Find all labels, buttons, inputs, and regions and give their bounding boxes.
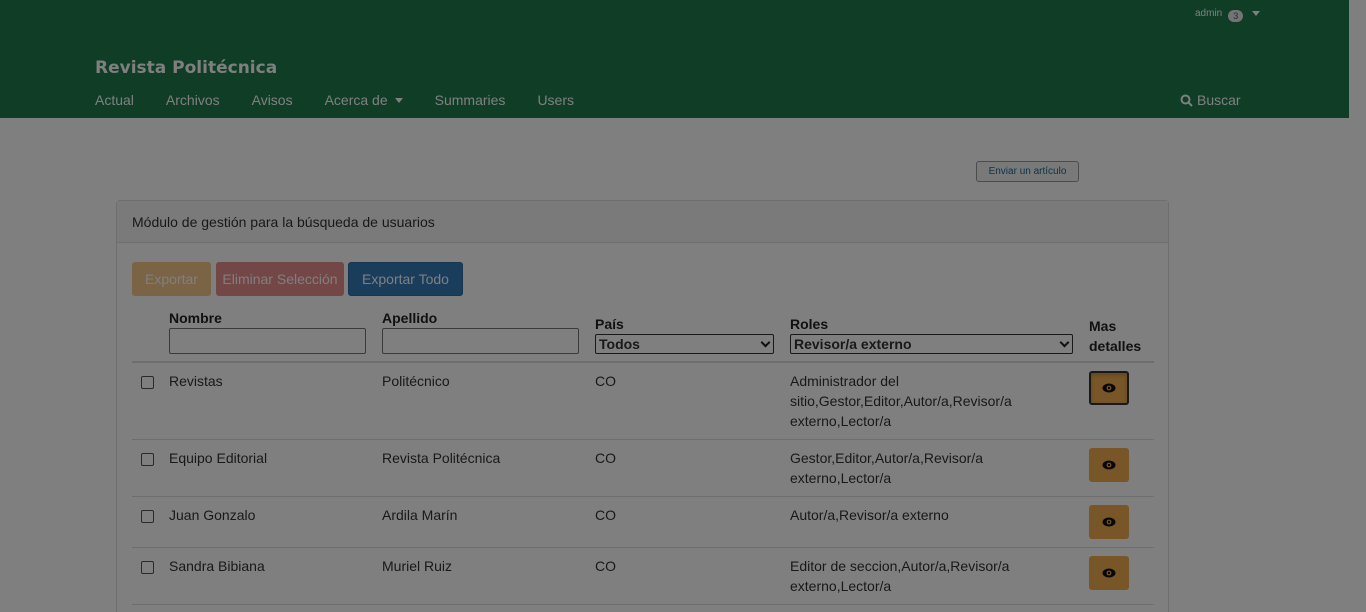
nav-item-archivos[interactable]: Archivos	[166, 92, 220, 108]
eye-icon	[1102, 568, 1116, 578]
roles-filter-select[interactable]: Revisor/a externo	[790, 334, 1073, 354]
cell-last-name: Politécnico	[382, 373, 450, 389]
country-filter-value: Todos	[599, 336, 640, 352]
chevron-down-icon	[1059, 337, 1070, 347]
column-header-first-name: Nombre	[169, 310, 222, 326]
chevron-down-icon	[760, 337, 771, 347]
eye-icon	[1102, 460, 1116, 470]
cell-roles: Gestor,Editor,Autor/a,Revisor/a externo,…	[790, 450, 983, 486]
column-header-details-line2: detalles	[1089, 338, 1142, 354]
cell-last-name: Muriel Ruiz	[382, 558, 453, 574]
view-details-button[interactable]	[1089, 448, 1129, 482]
nav-item-acerca-de[interactable]: Acerca de	[325, 92, 403, 108]
cell-first-name: Revistas	[169, 373, 223, 389]
nav-item-avisos[interactable]: Avisos	[252, 92, 293, 108]
chevron-down-icon	[1252, 11, 1261, 16]
first-name-filter-input[interactable]	[169, 328, 366, 354]
main-nav: Actual Archivos Avisos Acerca de Summari…	[95, 92, 606, 108]
column-header-last-name: Apellido	[382, 310, 438, 326]
cell-roles: Administrador del sitio,Gestor,Editor,Au…	[790, 373, 1012, 429]
row-divider	[132, 439, 1154, 440]
cell-first-name: Sandra Bibiana	[169, 558, 265, 574]
last-name-filter-input[interactable]	[382, 328, 579, 354]
column-header-roles: Roles	[790, 316, 829, 332]
row-checkbox[interactable]	[141, 561, 154, 574]
nav-item-users[interactable]: Users	[537, 92, 574, 108]
search-icon	[1180, 94, 1193, 107]
row-checkbox[interactable]	[141, 453, 154, 466]
cell-first-name: Juan Gonzalo	[169, 507, 256, 523]
export-all-button[interactable]: Exportar Todo	[348, 262, 463, 296]
view-details-button[interactable]	[1089, 371, 1129, 405]
nav-item-summaries[interactable]: Summaries	[435, 92, 506, 108]
delete-selection-button[interactable]: Eliminar Selección	[216, 262, 344, 296]
row-checkbox[interactable]	[141, 376, 154, 389]
cell-country: CO	[595, 507, 616, 523]
column-header-details-line1: Mas	[1089, 318, 1117, 334]
submit-article-button[interactable]: Enviar un artículo	[976, 161, 1079, 182]
view-details-button[interactable]	[1089, 556, 1129, 590]
cell-last-name: Revista Politécnica	[382, 450, 501, 466]
site-title[interactable]: Revista Politécnica	[95, 58, 277, 78]
row-divider	[132, 496, 1154, 497]
user-search-panel: Módulo de gestión para la búsqueda de us…	[116, 200, 1169, 612]
chevron-down-icon	[394, 97, 403, 103]
roles-filter-value: Revisor/a externo	[794, 336, 912, 352]
cell-country: CO	[595, 373, 616, 389]
nav-item-actual[interactable]: Actual	[95, 92, 134, 108]
user-menu[interactable]: admin 3	[1195, 5, 1261, 22]
cell-roles: Editor de seccion,Autor/a,Revisor/a exte…	[790, 558, 1010, 594]
row-divider	[132, 604, 1154, 605]
cell-country: CO	[595, 558, 616, 574]
eye-icon	[1102, 517, 1116, 527]
table-header-divider	[132, 361, 1154, 363]
username: admin	[1195, 8, 1223, 19]
export-button[interactable]: Exportar	[132, 262, 211, 296]
search-link[interactable]: Buscar	[1180, 92, 1241, 108]
row-checkbox[interactable]	[141, 510, 154, 523]
cell-roles: Autor/a,Revisor/a externo	[790, 507, 949, 523]
country-filter-select[interactable]: Todos	[595, 334, 774, 354]
column-header-country: País	[595, 316, 624, 332]
notification-badge: 3	[1228, 10, 1244, 22]
cell-last-name: Ardila Marín	[382, 507, 458, 523]
search-label: Buscar	[1197, 92, 1241, 108]
cell-first-name: Equipo Editorial	[169, 450, 268, 466]
column-header-details: Mas detalles	[1089, 316, 1141, 356]
row-divider	[132, 547, 1154, 548]
nav-item-acerca-de-label: Acerca de	[324, 92, 388, 108]
site-header: admin 3 Revista Politécnica Actual Archi…	[0, 0, 1349, 118]
cell-country: CO	[595, 450, 616, 466]
panel-title: Módulo de gestión para la búsqueda de us…	[117, 201, 1168, 243]
view-details-button[interactable]	[1089, 505, 1129, 539]
eye-icon	[1102, 383, 1116, 393]
